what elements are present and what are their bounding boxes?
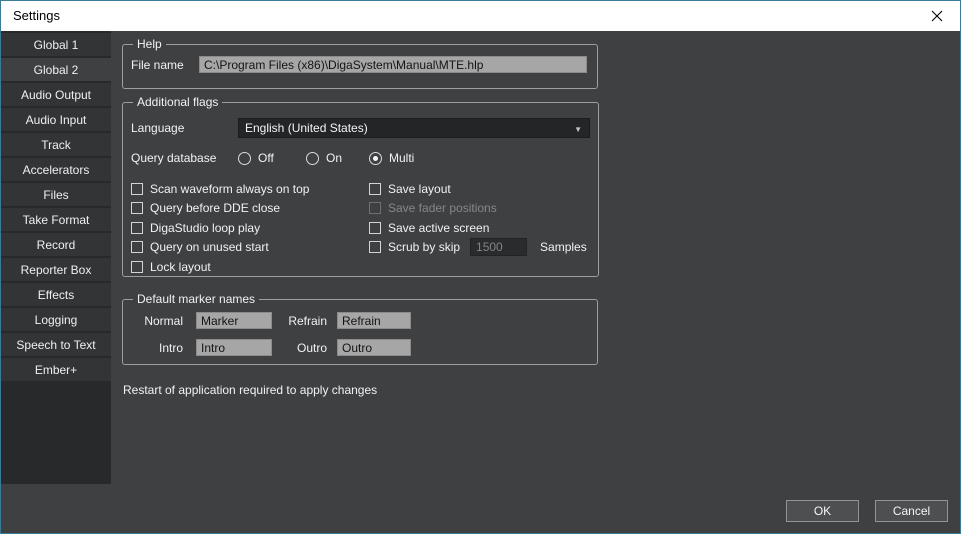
checkbox-save-fader-positions-box	[369, 202, 381, 214]
radio-multi-label: Multi	[389, 151, 414, 165]
outro-label: Outro	[272, 341, 327, 355]
checkbox-digastudio-loop[interactable]: DigaStudio loop play	[131, 218, 369, 238]
help-group-legend: Help	[133, 37, 166, 51]
checkbox-save-fader-positions: Save fader positions	[369, 199, 587, 219]
help-group: Help File name	[122, 37, 598, 89]
titlebar: Settings	[1, 1, 960, 31]
checkbox-save-active-screen-box	[369, 222, 381, 234]
checkbox-column-right: Save layout Save fader positions Save ac…	[369, 179, 587, 257]
sidebar-item-effects[interactable]: Effects	[1, 283, 111, 306]
intro-marker-input[interactable]	[196, 339, 272, 356]
sidebar-item-ember[interactable]: Ember+	[1, 358, 111, 381]
sidebar-item-accelerators[interactable]: Accelerators	[1, 158, 111, 181]
checkbox-scrub-by-skip[interactable]: Scrub by skip Samples	[369, 238, 587, 258]
normal-label: Normal	[131, 314, 183, 328]
radio-multi[interactable]: Multi	[369, 151, 414, 165]
radio-multi-circle	[369, 152, 382, 165]
scrub-samples-input	[470, 238, 527, 256]
additional-flags-legend: Additional flags	[133, 95, 222, 109]
radio-off[interactable]: Off	[238, 151, 306, 165]
sidebar: Global 1 Global 2 Audio Output Audio Inp…	[1, 31, 111, 484]
sidebar-item-reporter-box[interactable]: Reporter Box	[1, 258, 111, 281]
radio-off-label: Off	[258, 151, 274, 165]
sidebar-item-track[interactable]: Track	[1, 133, 111, 156]
refrain-marker-input[interactable]	[337, 312, 411, 329]
checkbox-query-unused-start[interactable]: Query on unused start	[131, 238, 369, 258]
radio-on-circle	[306, 152, 319, 165]
checkbox-column-left: Scan waveform always on top Query before…	[131, 179, 369, 277]
sidebar-item-logging[interactable]: Logging	[1, 308, 111, 331]
checkbox-save-layout-box	[369, 183, 381, 195]
sidebar-item-speech-to-text[interactable]: Speech to Text	[1, 333, 111, 356]
language-selected-value: English (United States)	[245, 121, 368, 135]
chevron-down-icon: ▼	[574, 125, 582, 134]
marker-names-legend: Default marker names	[133, 292, 259, 306]
additional-flags-group: Additional flags Language English (Unite…	[122, 95, 599, 277]
language-label: Language	[131, 121, 238, 135]
cancel-button[interactable]: Cancel	[875, 500, 948, 522]
sidebar-item-audio-input[interactable]: Audio Input	[1, 108, 111, 131]
sidebar-item-global-1[interactable]: Global 1	[1, 33, 111, 56]
checkbox-save-active-screen[interactable]: Save active screen	[369, 218, 587, 238]
query-database-label: Query database	[131, 151, 238, 165]
radio-on[interactable]: On	[306, 151, 369, 165]
intro-label: Intro	[131, 341, 183, 355]
outro-marker-input[interactable]	[337, 339, 411, 356]
sidebar-item-files[interactable]: Files	[1, 183, 111, 206]
sidebar-item-record[interactable]: Record	[1, 233, 111, 256]
samples-label: Samples	[540, 240, 587, 254]
checkbox-save-layout[interactable]: Save layout	[369, 179, 587, 199]
checkbox-scrub-by-skip-box	[369, 241, 381, 253]
refrain-label: Refrain	[272, 314, 327, 328]
checkbox-query-unused-start-box	[131, 241, 143, 253]
checkbox-lock-layout-box	[131, 261, 143, 273]
file-name-label: File name	[131, 58, 199, 72]
radio-off-circle	[238, 152, 251, 165]
normal-marker-input[interactable]	[196, 312, 272, 329]
checkbox-scan-waveform-box	[131, 183, 143, 195]
checkbox-query-before-dde[interactable]: Query before DDE close	[131, 199, 369, 219]
checkbox-lock-layout[interactable]: Lock layout	[131, 257, 369, 277]
restart-note: Restart of application required to apply…	[123, 383, 377, 397]
radio-on-label: On	[326, 151, 342, 165]
language-select[interactable]: English (United States) ▼	[238, 118, 590, 138]
ok-button[interactable]: OK	[786, 500, 859, 522]
checkbox-digastudio-loop-box	[131, 222, 143, 234]
sidebar-item-global-2[interactable]: Global 2	[1, 58, 111, 81]
close-icon[interactable]	[914, 1, 960, 31]
file-name-input[interactable]	[199, 56, 587, 73]
window-title: Settings	[13, 1, 60, 31]
checkbox-query-before-dde-box	[131, 202, 143, 214]
marker-names-group: Default marker names Normal Refrain Intr…	[122, 292, 598, 365]
sidebar-item-audio-output[interactable]: Audio Output	[1, 83, 111, 106]
settings-dialog: Settings Global 1 Global 2 Audio Output …	[0, 0, 961, 534]
sidebar-item-take-format[interactable]: Take Format	[1, 208, 111, 231]
checkbox-scan-waveform[interactable]: Scan waveform always on top	[131, 179, 369, 199]
